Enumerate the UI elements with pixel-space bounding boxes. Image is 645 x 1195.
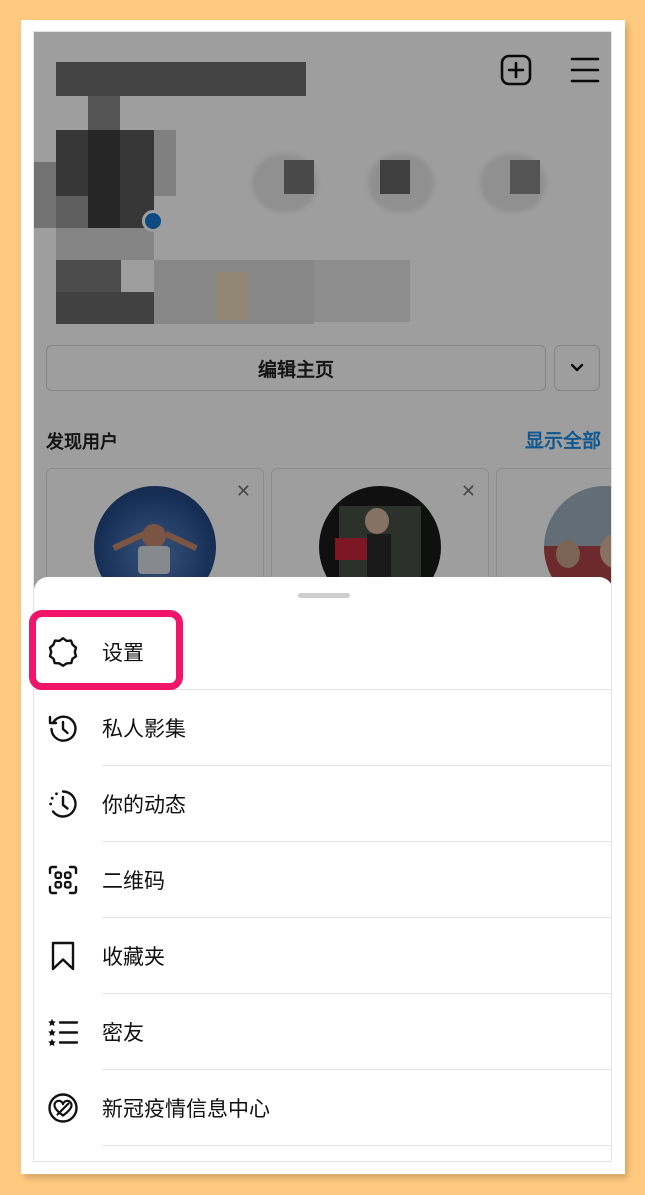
- profile-section: 编辑主页 发现用户 显示全部 ✕ ✕: [34, 32, 611, 618]
- close-friends-icon: [46, 1015, 80, 1049]
- sheet-drag-handle[interactable]: [298, 593, 350, 598]
- menu-item-label: 收藏夹: [102, 945, 165, 969]
- dim-overlay[interactable]: [34, 32, 611, 592]
- history-icon: [46, 711, 80, 745]
- menu-item-label: 二维码: [102, 869, 165, 893]
- divider: [102, 1145, 611, 1146]
- activity-icon: [46, 787, 80, 821]
- menu-item-label: 设置: [102, 641, 144, 665]
- menu-item-label: 新冠疫情信息中心: [102, 1097, 270, 1121]
- menu-item-label: 你的动态: [102, 793, 186, 817]
- menu-item-your-activity[interactable]: 你的动态: [34, 766, 611, 842]
- phone-screen: 编辑主页 发现用户 显示全部 ✕ ✕ 设置 私人影集 你的动态 二维码 收藏夹 …: [33, 31, 612, 1162]
- menu-item-label: 私人影集: [102, 717, 186, 741]
- menu-item-qr-code[interactable]: 二维码: [34, 842, 611, 918]
- menu-item-settings[interactable]: 设置: [34, 614, 611, 690]
- menu-item-covid-info-center[interactable]: 新冠疫情信息中心: [34, 1070, 611, 1146]
- menu-item-saved[interactable]: 收藏夹: [34, 918, 611, 994]
- menu-item-archive[interactable]: 私人影集: [34, 690, 611, 766]
- menu-item-close-friends[interactable]: 密友: [34, 994, 611, 1070]
- qr-code-icon: [46, 863, 80, 897]
- covid-info-icon: [46, 1091, 80, 1125]
- gear-icon: [46, 635, 80, 669]
- menu-item-label: 密友: [102, 1021, 144, 1045]
- bottom-sheet-menu: 设置 私人影集 你的动态 二维码 收藏夹 密友 新冠疫情信息中心: [34, 577, 611, 1161]
- bookmark-icon: [46, 939, 80, 973]
